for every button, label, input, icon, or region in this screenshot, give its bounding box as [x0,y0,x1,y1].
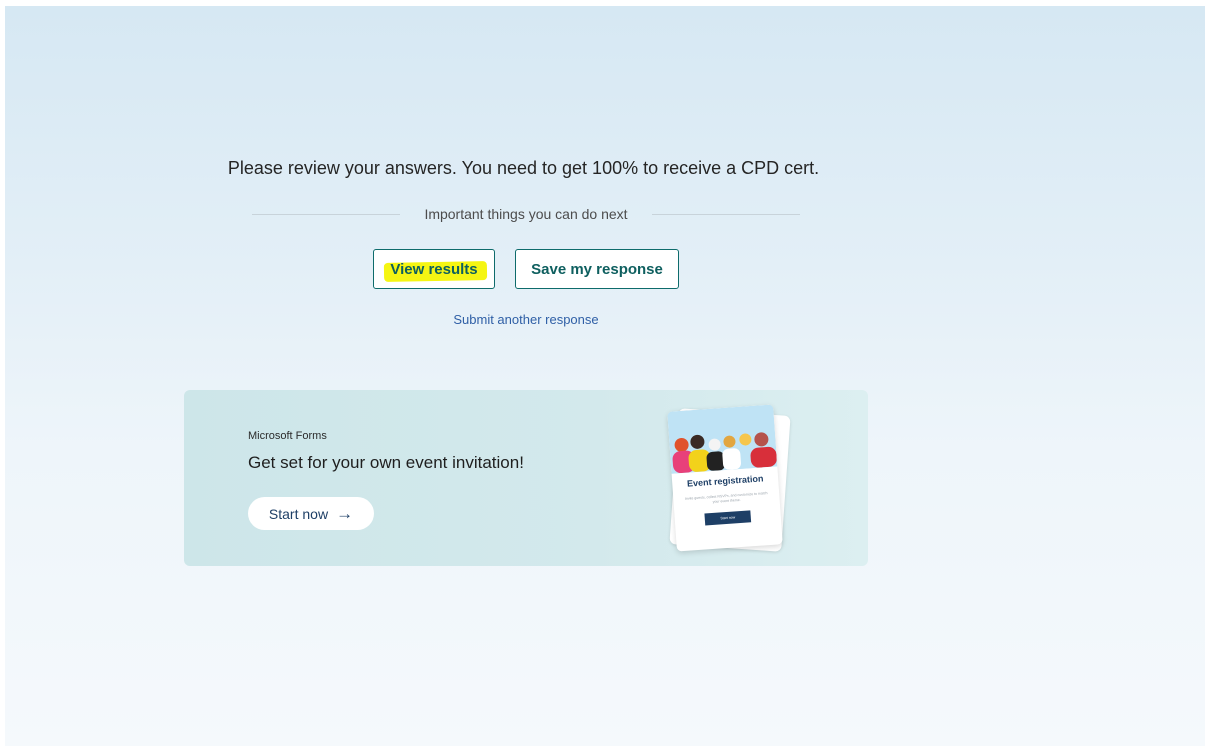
card-title: Event registration [686,473,764,489]
submit-another-response-link[interactable]: Submit another response [0,312,1052,327]
view-results-label: View results [390,260,478,278]
background [5,6,1205,746]
card-start-button: Start now [704,510,752,526]
people-illustration [667,404,778,474]
start-now-label: Start now [268,505,329,522]
promo-banner: Microsoft Forms Get set for your own eve… [184,390,868,566]
event-registration-card: Event registration Invite guests, collec… [667,404,783,552]
view-results-highlight: View results [388,260,479,279]
people-illustration-svg [667,404,778,474]
view-results-button[interactable]: View results [373,249,495,289]
page: Please review your answers. You need to … [0,0,1205,746]
divider-line-right [651,213,800,215]
save-response-button[interactable]: Save my response [515,249,679,289]
promo-title: Get set for your own event invitation! [248,453,524,472]
card-subtitle: Invite guests, collect RSVPs, and custom… [684,491,768,504]
arrow-right-icon: → [336,504,354,523]
divider-line-left [252,213,401,215]
save-response-label: Save my response [531,260,663,278]
promo-brand: Microsoft Forms [248,430,327,442]
start-now-button[interactable]: Start now → [248,497,374,530]
confirmation-message: Please review your answers. You need to … [227,158,820,178]
next-steps-label: Important things you can do next [424,206,628,222]
next-steps-divider: Important things you can do next [252,204,800,224]
